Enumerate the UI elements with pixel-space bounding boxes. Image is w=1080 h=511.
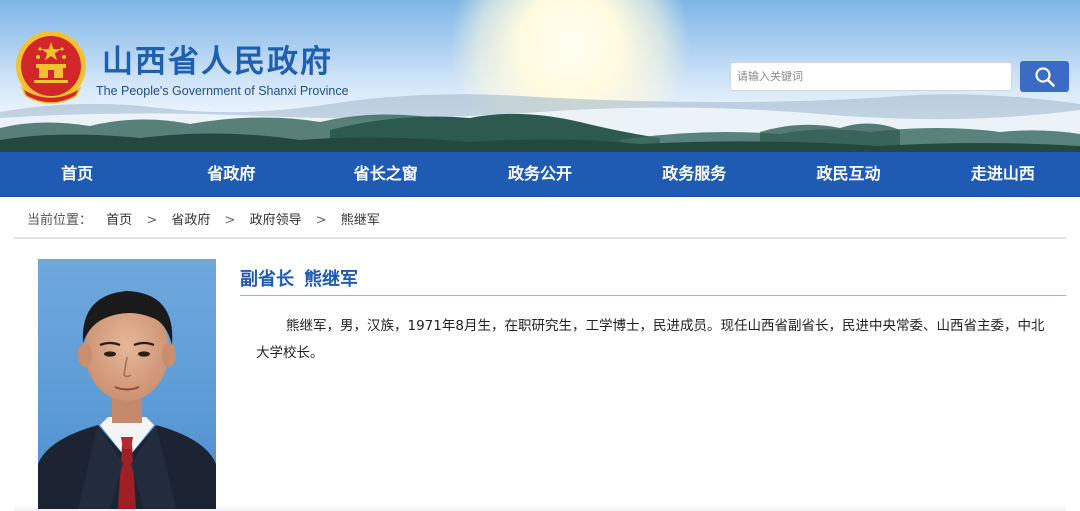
search-icon	[1034, 66, 1055, 87]
nav-item-government-services[interactable]: 政务服务	[617, 152, 771, 196]
leader-name: 熊继军	[304, 269, 358, 290]
national-emblem-icon	[16, 31, 86, 104]
breadcrumb-prefix: 当前位置：	[27, 213, 93, 228]
header-banner: 山西省人民政府 The People's Government of Shanx…	[0, 0, 1080, 152]
leader-title: 副省长	[240, 269, 294, 290]
breadcrumb-current: 熊继军	[340, 213, 380, 228]
breadcrumb-separator: >	[315, 213, 327, 228]
nav-item-provincial-government[interactable]: 省政府	[154, 152, 308, 196]
leader-heading: 副省长 熊继军	[240, 265, 358, 291]
nav-item-about-shanxi[interactable]: 走进山西	[926, 152, 1080, 196]
breadcrumb-separator: >	[224, 213, 236, 228]
main-nav: 首页 省政府 省长之窗 政务公开 政务服务 政民互动 走进山西	[0, 152, 1080, 197]
breadcrumb-link-government-leaders[interactable]: 政府领导	[250, 213, 302, 228]
content-bottom-shadow	[14, 505, 1066, 511]
nav-item-home[interactable]: 首页	[0, 152, 154, 196]
search-input[interactable]	[730, 62, 1012, 91]
nav-item-governor-window[interactable]: 省长之窗	[309, 152, 463, 196]
nav-item-public-interaction[interactable]: 政民互动	[771, 152, 925, 196]
breadcrumb-link-home[interactable]: 首页	[106, 213, 132, 228]
leader-portrait-image	[38, 291, 216, 509]
breadcrumb-separator: >	[146, 213, 158, 228]
search-button[interactable]	[1020, 61, 1069, 92]
breadcrumb: 当前位置： 首页 > 省政府 > 政府领导 > 熊继军	[27, 209, 380, 228]
site-title[interactable]: 山西省人民政府	[102, 36, 333, 81]
site-subtitle: The People's Government of Shanxi Provin…	[96, 84, 349, 98]
nav-item-government-affairs-disclosure[interactable]: 政务公开	[463, 152, 617, 196]
breadcrumb-link-provincial-government[interactable]: 省政府	[171, 213, 210, 228]
leader-bio: 熊继军，男，汉族，1971年8月生，在职研究生，工学博士，民进成员。现任山西省副…	[256, 318, 1045, 361]
breadcrumb-divider	[14, 237, 1066, 239]
heading-divider	[240, 295, 1066, 296]
leader-portrait	[38, 259, 216, 509]
